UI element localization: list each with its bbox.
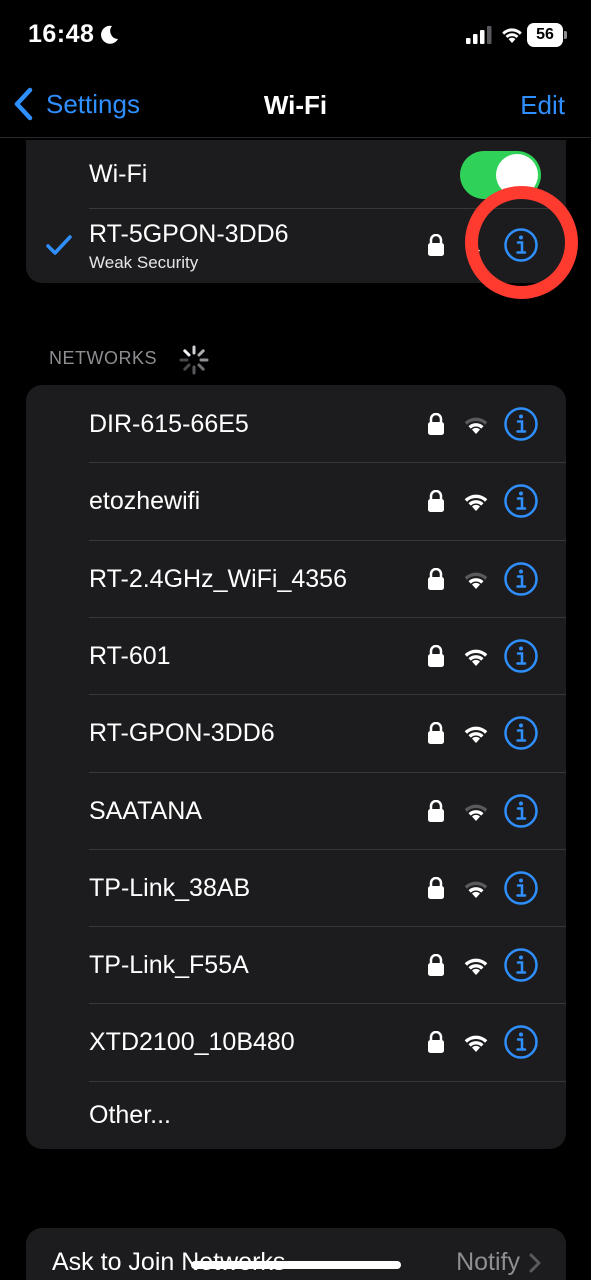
info-icon[interactable] <box>503 793 539 829</box>
lock-icon <box>428 490 444 513</box>
network-name: SAATANA <box>89 796 202 825</box>
network-row[interactable]: TP-Link_F55A <box>26 926 566 1003</box>
chevron-right-icon <box>529 1253 541 1273</box>
battery-level: 56 <box>527 23 563 47</box>
status-time: 16:48 <box>28 20 95 48</box>
network-name: TP-Link_F55A <box>89 951 249 980</box>
network-name: RT-2.4GHz_WiFi_4356 <box>89 564 347 593</box>
wifi-signal-icon <box>464 804 488 821</box>
connected-network-name: RT-5GPON-3DD6 <box>89 220 289 248</box>
nav-bar: Settings Wi-Fi Edit <box>0 72 591 138</box>
network-row[interactable]: TP-Link_38AB <box>26 849 566 926</box>
networks-list: DIR-615-66E5 etozhewifi RT-2.4GHz_WiFi_435… <box>26 385 566 1149</box>
battery-icon: 56 <box>527 23 567 47</box>
info-icon[interactable] <box>503 947 539 983</box>
other-network-label: Other... <box>89 1100 171 1129</box>
lock-icon <box>428 722 444 745</box>
nav-divider <box>0 137 591 138</box>
network-name: RT-601 <box>89 641 171 670</box>
wifi-signal-icon <box>464 726 488 744</box>
info-icon[interactable] <box>503 406 539 442</box>
edit-button[interactable]: Edit <box>520 90 565 121</box>
wifi-signal-icon <box>464 958 488 976</box>
network-row[interactable]: RT-GPON-3DD6 <box>26 694 566 771</box>
network-name: etozhewifi <box>89 487 201 516</box>
loading-spinner-icon <box>179 345 209 375</box>
lock-icon <box>428 799 444 822</box>
network-row[interactable]: SAATANA <box>26 772 566 849</box>
other-network-row[interactable]: Other... <box>26 1081 566 1151</box>
lock-icon <box>428 234 444 256</box>
network-row[interactable]: RT-2.4GHz_WiFi_4356 <box>26 540 566 617</box>
network-row[interactable]: etozhewifi <box>26 462 566 539</box>
home-indicator <box>191 1261 401 1269</box>
network-name: TP-Link_38AB <box>89 873 251 902</box>
network-row[interactable]: RT-601 <box>26 617 566 694</box>
info-icon[interactable] <box>503 483 539 519</box>
wifi-signal-icon <box>464 881 488 898</box>
network-name: RT-GPON-3DD6 <box>89 719 275 748</box>
lock-icon <box>428 876 444 899</box>
lock-icon <box>428 413 444 435</box>
wifi-icon <box>502 28 522 43</box>
ask-to-join-row[interactable]: Ask to Join Networks Notify <box>26 1228 566 1280</box>
info-icon[interactable] <box>503 870 539 906</box>
ask-to-join-value: Notify <box>456 1248 520 1276</box>
wifi-signal-icon <box>464 494 488 512</box>
network-row[interactable]: XTD2100_10B480 <box>26 1003 566 1080</box>
page-title: Wi-Fi <box>263 90 328 120</box>
network-name: XTD2100_10B480 <box>89 1028 295 1057</box>
lock-icon <box>428 644 444 667</box>
network-row[interactable]: DIR-615-66E5 <box>26 385 566 462</box>
wifi-toggle-label: Wi-Fi <box>89 160 148 188</box>
info-icon[interactable] <box>503 1024 539 1060</box>
wifi-signal-icon <box>464 417 488 434</box>
connected-network-security: Weak Security <box>89 253 199 272</box>
lock-icon <box>428 567 444 590</box>
moon-icon <box>101 25 118 44</box>
info-icon[interactable] <box>503 638 539 674</box>
lock-icon <box>428 954 444 977</box>
lock-icon <box>428 1031 444 1054</box>
info-icon[interactable] <box>503 561 539 597</box>
checkmark-icon <box>46 235 72 255</box>
highlight-circle <box>465 186 578 299</box>
cellular-signal-icon <box>466 26 492 44</box>
info-icon[interactable] <box>503 715 539 751</box>
wifi-signal-icon <box>464 572 488 589</box>
wifi-signal-icon <box>464 1036 488 1053</box>
wifi-signal-icon <box>464 649 488 666</box>
networks-header: NETWORKS <box>49 348 158 368</box>
network-name: DIR-615-66E5 <box>89 410 249 438</box>
status-bar: 16:48 56 <box>0 0 591 72</box>
